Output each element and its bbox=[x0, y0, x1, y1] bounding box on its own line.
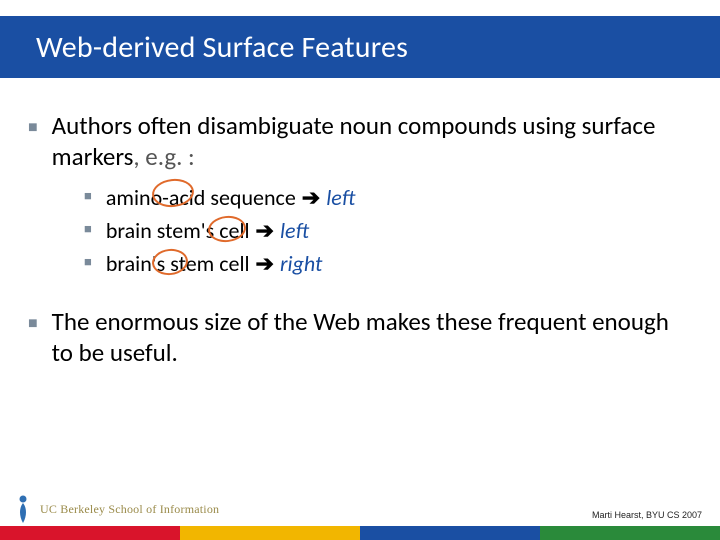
strip-green bbox=[540, 526, 720, 540]
slide-title: Web-derived Surface Features bbox=[36, 29, 408, 66]
title-bar: Web-derived Surface Features bbox=[0, 16, 720, 78]
bullet-text: Authors often disambiguate noun compound… bbox=[52, 110, 692, 173]
arrow-right-icon: ➔ bbox=[256, 247, 274, 280]
square-bullet-icon: ■ bbox=[84, 220, 92, 240]
bullet-authors: ■ Authors often disambiguate noun compou… bbox=[28, 110, 692, 173]
footer-color-strip bbox=[0, 526, 720, 540]
example-text: amino-acid sequence bbox=[106, 181, 296, 214]
list-item: ■ amino-acid sequence ➔ left bbox=[84, 181, 692, 214]
square-bullet-icon: ■ bbox=[84, 187, 92, 207]
square-bullet-icon: ■ bbox=[28, 118, 38, 138]
direction-label: left bbox=[280, 214, 309, 247]
footer-credit: Marti Hearst, BYU CS 2007 bbox=[592, 510, 702, 520]
strip-red bbox=[0, 526, 180, 540]
direction-label: right bbox=[280, 247, 322, 280]
bullet-web-size: ■ The enormous size of the Web makes the… bbox=[28, 306, 692, 369]
sub-bullet-list: ■ amino-acid sequence ➔ left ■ brain ste… bbox=[84, 181, 692, 280]
example-text: brain's stem cell bbox=[106, 247, 250, 280]
example-text: brain stem's cell bbox=[106, 214, 250, 247]
list-item: ■ brain stem's cell ➔ left bbox=[84, 214, 692, 247]
arrow-right-icon: ➔ bbox=[302, 181, 320, 214]
bullet-text: The enormous size of the Web makes these… bbox=[52, 306, 692, 369]
square-bullet-icon: ■ bbox=[28, 314, 38, 334]
slide-content: ■ Authors often disambiguate noun compou… bbox=[28, 110, 692, 374]
list-item: ■ brain's stem cell ➔ right bbox=[84, 247, 692, 280]
ischool-logo-icon bbox=[12, 494, 34, 524]
square-bullet-icon: ■ bbox=[84, 253, 92, 273]
strip-blue bbox=[360, 526, 540, 540]
arrow-right-icon: ➔ bbox=[256, 214, 274, 247]
footer-logo-text: UC Berkeley School of Information bbox=[40, 502, 219, 517]
footer-logo: UC Berkeley School of Information bbox=[12, 494, 219, 524]
strip-yellow bbox=[180, 526, 360, 540]
direction-label: left bbox=[326, 181, 355, 214]
